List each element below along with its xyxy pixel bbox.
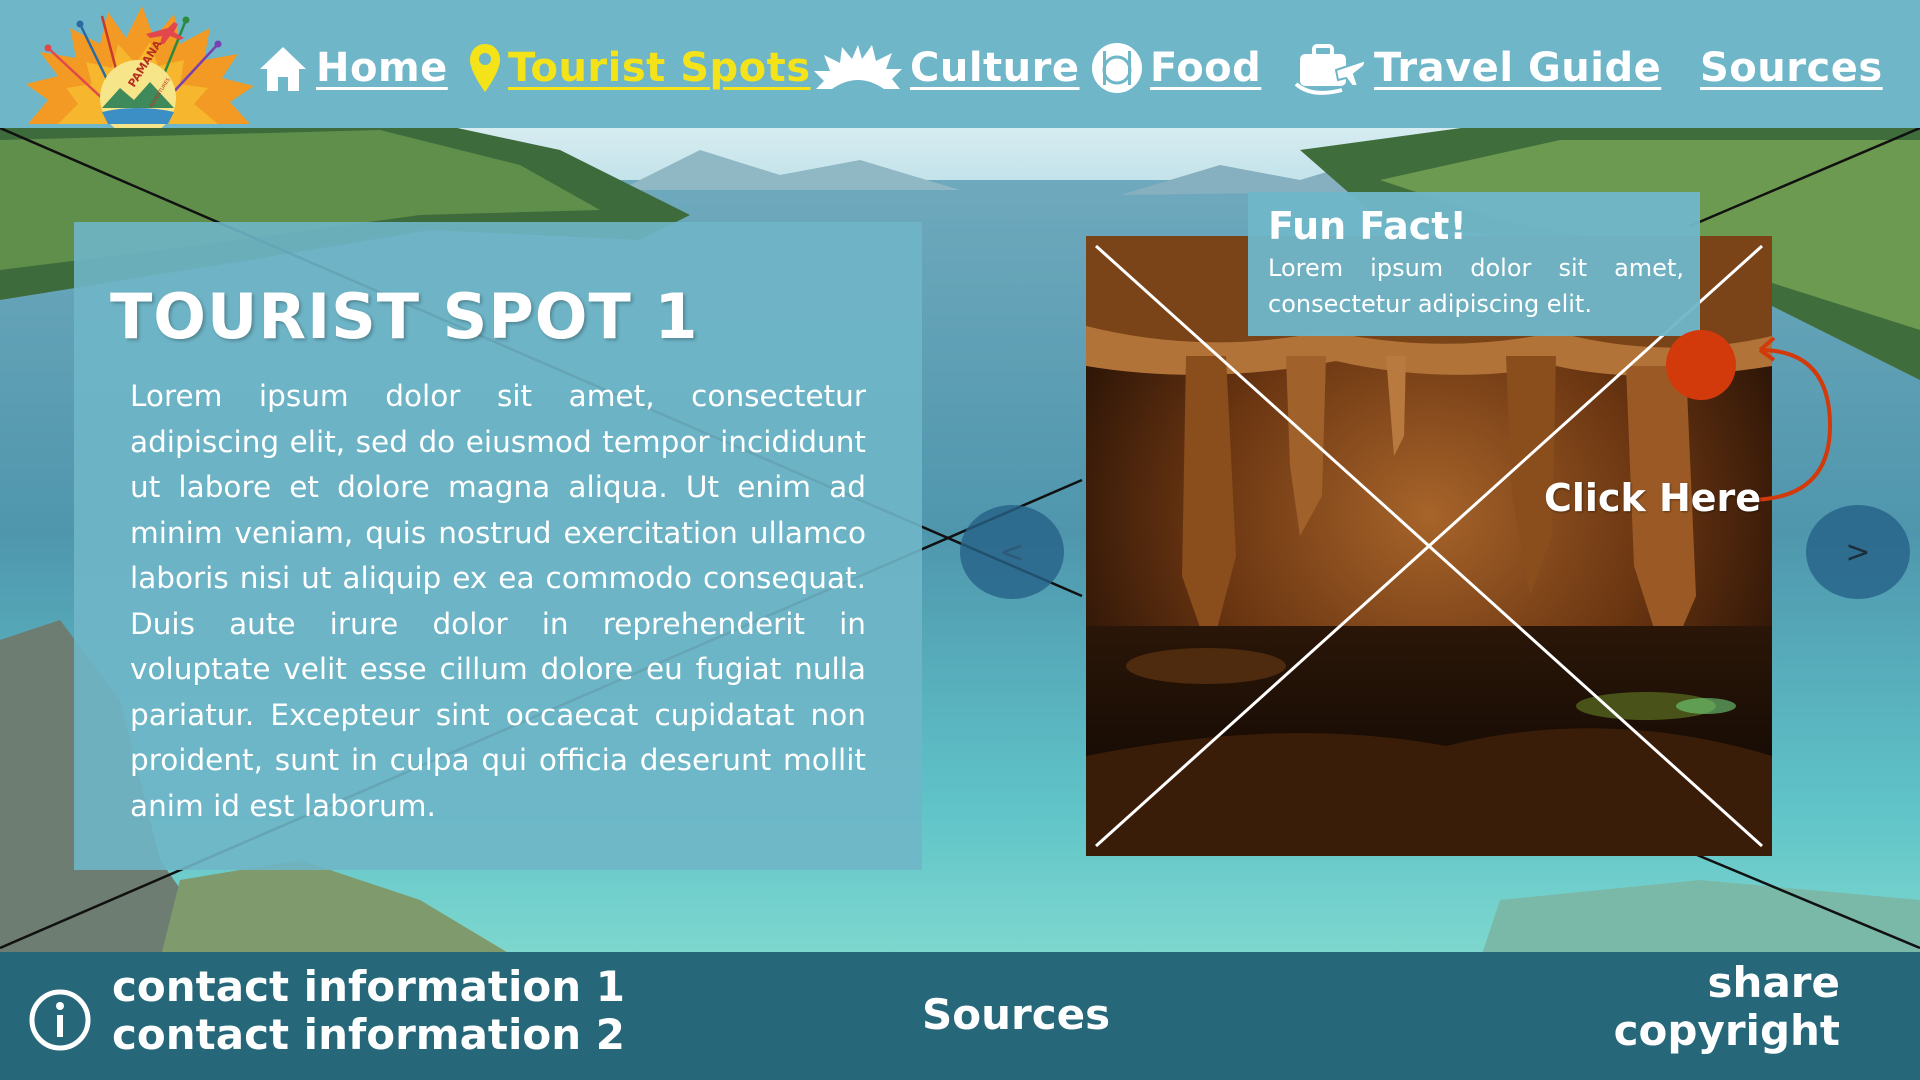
sun-rays-icon [814,45,902,89]
home-icon [260,47,306,91]
footer-sources-link[interactable]: Sources [922,990,1110,1039]
click-here-label: Click Here [1544,476,1762,520]
pamana-adventures-logo[interactable]: PAMANA ADVENTURES [18,4,258,128]
nav-tourist-spots[interactable]: Tourist Spots [468,40,811,96]
fun-fact-text: Lorem ipsum dolor sit amet, consectetur … [1268,254,1684,318]
nav-travel-guide[interactable]: Travel Guide [1292,40,1661,96]
map-pin-icon [470,44,500,92]
top-nav-bar: PAMANA ADVENTURES Home Tourist Spots Cul… [0,0,1920,128]
tourist-spot-description: Lorem ipsum dolor sit amet, consectetur … [130,379,866,823]
copyright-text: copyright [1613,1006,1840,1055]
nav-culture[interactable]: Culture [812,40,1080,96]
fun-fact-box: Fun Fact! Lorem ipsum dolor sit amet, co… [1248,192,1700,336]
nav-tourist-spots-label: Tourist Spots [508,45,811,91]
plate-cutlery-icon [1092,43,1142,93]
carousel-next-button[interactable]: > [1806,505,1910,599]
footer: contact information 1 contact informatio… [0,952,1920,1080]
nav-home-label: Home [316,45,448,91]
suitcase-plane-icon [1294,44,1368,95]
nav-food[interactable]: Food [1090,40,1261,96]
nav-sources[interactable]: Sources [1700,40,1883,96]
page-title: TOURIST SPOT 1 [110,280,699,353]
nav-culture-label: Culture [910,45,1080,91]
info-icon[interactable] [28,988,92,1052]
fun-fact-title: Fun Fact! [1268,204,1467,248]
nav-home[interactable]: Home [256,40,448,96]
contact-info-1: contact information 1 [112,962,625,1011]
share-link[interactable]: share [1708,958,1840,1007]
nav-food-label: Food [1150,45,1262,91]
nav-sources-label: Sources [1700,45,1883,91]
carousel-prev-button[interactable]: < [960,505,1064,599]
nav-travel-guide-label: Travel Guide [1374,45,1662,91]
contact-info-2: contact information 2 [112,1010,625,1059]
fun-fact-hotspot[interactable] [1666,330,1736,400]
tourist-spot-info-panel: TOURIST SPOT 1 Lorem ipsum dolor sit ame… [74,222,922,870]
